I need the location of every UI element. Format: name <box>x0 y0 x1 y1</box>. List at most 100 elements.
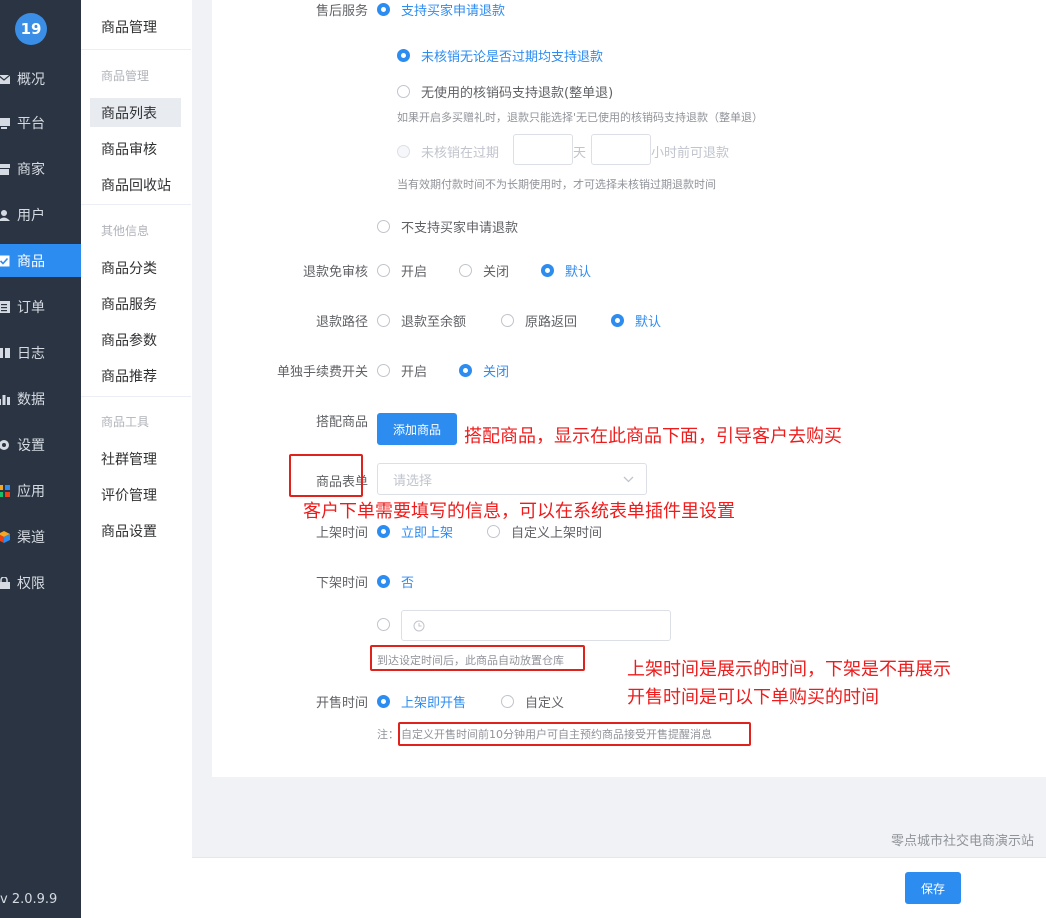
divider <box>81 396 191 397</box>
book-icon <box>0 347 10 358</box>
submenu-item-category[interactable]: 商品分类 <box>90 253 181 282</box>
radio-off-shelf-time[interactable] <box>377 618 401 631</box>
sale-note-prefix: 注： <box>377 728 399 741</box>
hint-unused: 如果开启多买赠礼时，退款只能选择'无已使用的核销码支持退款（整单退） <box>397 111 764 124</box>
radio-off-shelf-no[interactable]: 否 <box>377 572 414 591</box>
nav-permission[interactable]: 权限 <box>0 566 81 599</box>
goods-submenu: 商品管理 商品管理 商品列表 商品审核 商品回收站 其他信息 商品分类 商品服务… <box>81 0 192 918</box>
save-button[interactable]: 保存 <box>905 872 961 904</box>
main-sidebar: 19 概况 平台 商家 用户 商品 订单 日志 数据 设置 应用 渠道 权限 v… <box>0 0 81 918</box>
submenu-item-recycle-bin[interactable]: 商品回收站 <box>90 170 181 199</box>
days-input[interactable] <box>513 134 573 165</box>
hours-input[interactable] <box>591 134 651 165</box>
nav-settings[interactable]: 设置 <box>0 428 81 461</box>
chevron-down-icon <box>623 476 634 483</box>
submenu-item-goods-review[interactable]: 商品审核 <box>90 134 181 163</box>
radio-path-balance[interactable]: 退款至余额 <box>377 311 466 330</box>
radio-dot <box>377 264 390 277</box>
nav-log[interactable]: 日志 <box>0 336 81 369</box>
radio-sale-on-shelf[interactable]: 上架即开售 <box>377 692 466 711</box>
off-shelf-datetime-input[interactable] <box>401 610 671 641</box>
radio-audit-on[interactable]: 开启 <box>377 261 427 280</box>
lock-icon <box>0 576 10 589</box>
submenu-item-community[interactable]: 社群管理 <box>90 444 181 473</box>
mail-icon <box>0 74 10 84</box>
nav-label: 商家 <box>17 161 45 178</box>
hint-before-expiry: 当有效期付款时间不为长期使用时，才可选择未核销过期退款时间 <box>397 178 716 191</box>
radio-on-shelf-custom[interactable]: 自定义上架时间 <box>487 522 602 541</box>
nav-platform[interactable]: 平台 <box>0 106 81 139</box>
nav-label: 设置 <box>17 437 45 454</box>
nav-merchant[interactable]: 商家 <box>0 152 81 185</box>
radio-dot <box>377 618 390 631</box>
submenu-item-reviews[interactable]: 评价管理 <box>90 480 181 509</box>
day-unit: 天 <box>573 146 587 161</box>
apps-icon <box>0 484 10 497</box>
radio-dot <box>501 314 514 327</box>
sale-time-label: 开售时间 <box>315 696 368 711</box>
radio-audit-off[interactable]: 关闭 <box>459 261 509 280</box>
radio-no-refund[interactable]: 不支持买家申请退款 <box>377 217 518 236</box>
nav-label: 权限 <box>17 575 45 592</box>
radio-label: 未核销无论是否过期均支持退款 <box>421 50 604 65</box>
radio-refund-unused-code[interactable]: 无使用的核销码支持退款(整单退) <box>397 82 613 101</box>
radio-dot <box>397 49 410 62</box>
radio-label: 开启 <box>401 365 428 380</box>
goods-form-select[interactable]: 请选择 <box>377 463 647 495</box>
nav-label: 数据 <box>17 391 45 408</box>
gear-icon <box>0 439 9 450</box>
radio-refund-before-expiry[interactable]: 未核销在过期 <box>397 142 499 161</box>
submenu-item-service[interactable]: 商品服务 <box>90 289 181 318</box>
nav-apps[interactable]: 应用 <box>0 474 81 507</box>
radio-dot <box>459 264 472 277</box>
nav-goods[interactable]: 商品 <box>0 244 81 277</box>
clock-icon <box>413 620 425 632</box>
select-placeholder: 请选择 <box>393 473 433 489</box>
highlight-sale-note <box>398 722 751 746</box>
nav-overview[interactable]: 概况 <box>0 62 81 95</box>
annotation-form: 客户下单需要填写的信息，可以在系统表单插件里设置 <box>303 501 735 522</box>
submenu-item-goods-settings[interactable]: 商品设置 <box>90 516 181 545</box>
on-shelf-label: 上架时间 <box>315 526 368 541</box>
submenu-item-goods-list[interactable]: 商品列表 <box>90 98 181 127</box>
radio-on-shelf-now[interactable]: 立即上架 <box>377 522 453 541</box>
add-goods-button[interactable]: 添加商品 <box>377 413 457 445</box>
radio-fee-off[interactable]: 关闭 <box>459 361 509 380</box>
nav-label: 用户 <box>17 207 45 224</box>
radio-audit-default[interactable]: 默认 <box>541 261 591 280</box>
highlight-goods-form <box>289 454 363 497</box>
radio-dot <box>397 85 410 98</box>
nav-label: 平台 <box>17 115 45 132</box>
radio-dot <box>377 695 390 708</box>
nav-channel[interactable]: 渠道 <box>0 520 81 553</box>
radio-label: 默认 <box>635 315 662 330</box>
radio-label: 否 <box>401 576 415 591</box>
divider <box>81 49 191 50</box>
nav-data[interactable]: 数据 <box>0 382 81 415</box>
radio-label: 退款至余额 <box>401 315 467 330</box>
radio-dot <box>541 264 554 277</box>
radio-dot <box>459 364 472 377</box>
nav-label: 应用 <box>17 483 45 500</box>
radio-fee-on[interactable]: 开启 <box>377 361 427 380</box>
radio-label: 关闭 <box>483 265 510 280</box>
submenu-item-recommend[interactable]: 商品推荐 <box>90 361 181 390</box>
radio-dot <box>501 695 514 708</box>
radio-sale-custom[interactable]: 自定义 <box>501 692 564 711</box>
radio-dot <box>487 525 500 538</box>
radio-refund-any-expiry[interactable]: 未核销无论是否过期均支持退款 <box>397 46 603 65</box>
nav-user[interactable]: 用户 <box>0 198 81 231</box>
nav-order[interactable]: 订单 <box>0 290 81 323</box>
submenu-title: 商品管理 <box>101 20 157 36</box>
radio-dot <box>377 525 390 538</box>
submenu-item-params[interactable]: 商品参数 <box>90 325 181 354</box>
app-logo[interactable]: 19 <box>15 13 47 45</box>
radio-support-refund[interactable]: 支持买家申请退款 <box>377 0 505 19</box>
radio-label: 开启 <box>401 265 428 280</box>
radio-path-original[interactable]: 原路返回 <box>501 311 577 330</box>
nav-label: 订单 <box>17 299 45 316</box>
annotation-shelf-line2: 开售时间是可以下单购买的时间 <box>627 687 879 708</box>
radio-path-default[interactable]: 默认 <box>611 311 661 330</box>
divider <box>81 204 191 205</box>
bar-chart-icon <box>0 394 10 405</box>
